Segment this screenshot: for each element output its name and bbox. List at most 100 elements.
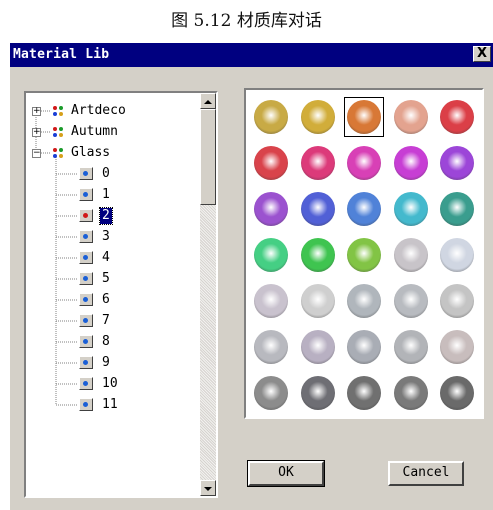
material-swatch[interactable] bbox=[301, 284, 335, 318]
cancel-button[interactable]: Cancel bbox=[388, 461, 464, 486]
dot bbox=[53, 154, 57, 158]
material-swatch[interactable] bbox=[440, 376, 474, 410]
material-item-icon bbox=[79, 398, 93, 411]
dot bbox=[53, 133, 57, 137]
expand-icon[interactable]: + bbox=[32, 107, 41, 116]
material-swatch[interactable] bbox=[440, 100, 474, 134]
material-swatch[interactable] bbox=[254, 146, 288, 180]
bead bbox=[83, 402, 88, 407]
material-item-icon bbox=[79, 377, 93, 390]
material-group-icon bbox=[51, 146, 65, 160]
ok-button[interactable]: OK bbox=[247, 460, 325, 487]
tree-item-10[interactable]: 10 bbox=[102, 376, 118, 392]
arrow-down-icon bbox=[204, 487, 212, 491]
collapse-icon[interactable]: − bbox=[32, 149, 41, 158]
material-swatch[interactable] bbox=[440, 284, 474, 318]
material-swatch[interactable] bbox=[394, 146, 428, 180]
material-swatch[interactable] bbox=[440, 146, 474, 180]
dot bbox=[59, 106, 63, 110]
dot bbox=[59, 133, 63, 137]
material-tree[interactable]: + Artdeco + Autumn − Glass 0 1 2 3 4 5 6 7 8 9 10 11 bbox=[24, 91, 218, 498]
material-swatch[interactable] bbox=[394, 238, 428, 272]
material-swatch[interactable] bbox=[347, 192, 381, 226]
material-swatch[interactable] bbox=[254, 284, 288, 318]
bead bbox=[83, 213, 88, 218]
bead bbox=[83, 276, 88, 281]
expand-icon[interactable]: + bbox=[32, 128, 41, 137]
material-swatch[interactable] bbox=[394, 100, 428, 134]
material-swatch[interactable] bbox=[301, 192, 335, 226]
tree-item-6[interactable]: 6 bbox=[102, 292, 110, 308]
title-bar[interactable]: Material Lib X bbox=[10, 43, 493, 67]
material-swatch[interactable] bbox=[440, 238, 474, 272]
dot bbox=[53, 106, 57, 110]
bead bbox=[83, 171, 88, 176]
material-swatch[interactable] bbox=[301, 238, 335, 272]
material-item-icon bbox=[79, 167, 93, 180]
material-swatch[interactable] bbox=[254, 100, 288, 134]
tree-item-9[interactable]: 9 bbox=[102, 355, 110, 371]
material-swatch[interactable] bbox=[347, 146, 381, 180]
material-item-icon bbox=[79, 356, 93, 369]
tree-item-7[interactable]: 7 bbox=[102, 313, 110, 329]
bead bbox=[83, 234, 88, 239]
tree-item-1[interactable]: 1 bbox=[102, 187, 110, 203]
dot bbox=[59, 112, 63, 116]
material-swatch[interactable] bbox=[394, 192, 428, 226]
material-swatch[interactable] bbox=[254, 192, 288, 226]
material-swatch[interactable] bbox=[440, 330, 474, 364]
tree-item-5[interactable]: 5 bbox=[102, 271, 110, 287]
scroll-down-button[interactable] bbox=[200, 480, 216, 496]
material-group-icon bbox=[51, 104, 65, 118]
scroll-up-button[interactable] bbox=[200, 93, 216, 109]
tree-item-3[interactable]: 3 bbox=[102, 229, 110, 245]
tree-scrollbar[interactable] bbox=[200, 93, 216, 496]
material-item-icon bbox=[79, 335, 93, 348]
dot bbox=[59, 148, 63, 152]
bead bbox=[83, 360, 88, 365]
dot bbox=[53, 127, 57, 131]
bead bbox=[83, 255, 88, 260]
dot bbox=[53, 112, 57, 116]
bead bbox=[83, 192, 88, 197]
tree-item-11[interactable]: 11 bbox=[102, 397, 118, 413]
material-swatch[interactable] bbox=[301, 146, 335, 180]
tree-item-0[interactable]: 0 bbox=[102, 166, 110, 182]
window-title: Material Lib bbox=[13, 47, 110, 62]
tree-group-artdeco[interactable]: Artdeco bbox=[71, 103, 126, 119]
tree-group-autumn[interactable]: Autumn bbox=[71, 124, 118, 140]
material-swatch-grid bbox=[244, 88, 484, 419]
material-swatch[interactable] bbox=[440, 192, 474, 226]
tree-group-glass[interactable]: Glass bbox=[71, 145, 110, 161]
tree-item-4[interactable]: 4 bbox=[102, 250, 110, 266]
material-lib-dialog: Material Lib X + Artdeco + Autumn − Glass 0 1 2 3… bbox=[10, 43, 493, 510]
material-item-icon bbox=[79, 293, 93, 306]
material-swatch[interactable] bbox=[347, 330, 381, 364]
tree-item-8[interactable]: 8 bbox=[102, 334, 110, 350]
material-swatch[interactable] bbox=[347, 376, 381, 410]
material-item-icon bbox=[79, 251, 93, 264]
bead bbox=[83, 297, 88, 302]
close-button[interactable]: X bbox=[473, 46, 491, 62]
material-swatch[interactable] bbox=[254, 376, 288, 410]
bead bbox=[83, 381, 88, 386]
material-item-icon bbox=[79, 272, 93, 285]
material-item-icon bbox=[79, 209, 93, 222]
material-swatch[interactable] bbox=[301, 376, 335, 410]
material-swatch[interactable] bbox=[254, 330, 288, 364]
material-swatch[interactable] bbox=[394, 376, 428, 410]
bead bbox=[83, 318, 88, 323]
material-swatch[interactable] bbox=[301, 330, 335, 364]
scroll-thumb[interactable] bbox=[200, 109, 216, 205]
material-item-icon bbox=[79, 314, 93, 327]
material-swatch[interactable] bbox=[347, 238, 381, 272]
bead bbox=[83, 339, 88, 344]
material-swatch[interactable] bbox=[347, 284, 381, 318]
tree-item-2[interactable]: 2 bbox=[99, 207, 113, 225]
selected-swatch-frame bbox=[344, 97, 384, 137]
material-swatch[interactable] bbox=[394, 330, 428, 364]
material-item-icon bbox=[79, 230, 93, 243]
material-swatch[interactable] bbox=[254, 238, 288, 272]
material-swatch[interactable] bbox=[301, 100, 335, 134]
material-swatch[interactable] bbox=[394, 284, 428, 318]
